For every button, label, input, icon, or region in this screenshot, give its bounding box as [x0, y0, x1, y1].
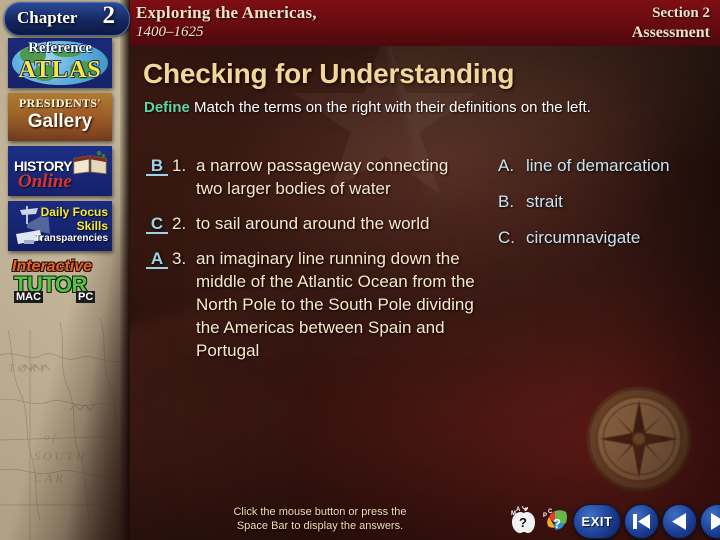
sidebar-gallery-line2: Gallery — [27, 111, 93, 132]
svg-text:A: A — [516, 507, 521, 513]
answer-blank-3[interactable]: A — [146, 247, 168, 269]
chevron-left-icon — [672, 513, 686, 530]
term-item: C. circumnavigate — [498, 226, 713, 249]
match-definition-3: an imaginary line running down the middl… — [196, 249, 475, 360]
sidebar-history-line2: Online — [18, 171, 72, 192]
define-instruction-text: Match the terms on the right with their … — [194, 99, 591, 116]
svg-text:?: ? — [519, 515, 527, 530]
svg-text:CAR: CAR — [34, 471, 66, 485]
svg-text:C: C — [522, 506, 527, 511]
skip-to-start-icon — [633, 514, 650, 529]
define-keyword: Define — [144, 99, 190, 116]
term-word-b: strait — [526, 192, 563, 211]
chapter-badge[interactable]: Chapter 2 — [4, 2, 130, 36]
sidebar-focus-line2: Skills — [76, 219, 108, 233]
next-slide-button[interactable] — [700, 504, 720, 539]
page-title: Checking for Understanding — [143, 58, 515, 89]
match-item: A 3. an imaginary line running down the … — [146, 247, 476, 362]
sidebar-item-reference-atlas[interactable]: Reference ATLAS — [8, 38, 112, 88]
navigation-bar: ? M A C ? P C EXIT — [505, 500, 720, 540]
help-pc-icon[interactable]: ? P C — [541, 506, 569, 534]
sidebar-focus-line3: Transparencies — [34, 233, 108, 244]
sidebar-item-presidents-gallery[interactable]: PRESIDENTS' Gallery — [8, 93, 112, 141]
header-section-sub: Assessment — [631, 24, 710, 41]
sidebar-gallery-line1: PRESIDENTS' — [19, 96, 101, 110]
term-letter-a: A. — [498, 156, 515, 175]
term-word-a: line of demarcation — [526, 156, 670, 175]
sidebar-item-daily-focus[interactable]: Daily Focus Skills Transparencies — [8, 201, 112, 251]
match-item: B 1. a narrow passageway connecting two … — [146, 154, 476, 200]
chevron-right-icon — [711, 513, 720, 530]
answer-blank-2[interactable]: C — [146, 212, 168, 234]
sidebar-atlas-line2: ATLAS — [18, 57, 102, 83]
sidebar-tutor-mac-label: MAC — [14, 291, 44, 303]
svg-text:of: of — [44, 431, 59, 443]
define-instruction-block: Define Match the terms on the right with… — [144, 98, 689, 118]
chapter-label: Chapter — [17, 8, 78, 27]
exit-button[interactable]: EXIT — [573, 504, 621, 539]
exit-button-label: EXIT — [581, 514, 613, 529]
term-letter-c: C. — [498, 228, 515, 247]
match-definition-1: a narrow passageway connecting two large… — [196, 156, 449, 198]
previous-slide-button[interactable] — [662, 504, 697, 539]
sidebar: TORY of SOUTH CAR Reference ATLAS PRESID… — [0, 0, 130, 540]
header-title: Exploring the Americas, — [136, 3, 317, 22]
term-item: B. strait — [498, 190, 713, 213]
chapter-number: 2 — [102, 2, 116, 29]
main-content: Checking for Understanding Define Match … — [130, 46, 720, 540]
instruction-hint: Click the mouse button or press the Spac… — [130, 505, 510, 533]
match-number-2: 2. — [172, 214, 187, 233]
svg-text:SOUTH: SOUTH — [34, 449, 88, 463]
svg-text:?: ? — [553, 516, 561, 531]
header-section: Section 2 — [652, 5, 710, 21]
slide-root: N E S W TORY of SOUTH CAR Reference ATLA… — [0, 0, 720, 540]
sidebar-focus-line1: Daily Focus — [40, 205, 108, 219]
answer-blank-1[interactable]: B — [146, 154, 168, 176]
hint-line-2: Space Bar to display the answers. — [236, 520, 404, 532]
header-subtitle: 1400–1625 — [136, 24, 204, 40]
term-item: A. line of demarcation — [498, 154, 713, 177]
sidebar-item-history-online[interactable]: HISTORY Online — [8, 146, 112, 196]
sidebar-atlas-line1: Reference — [28, 40, 92, 56]
svg-text:P: P — [543, 513, 547, 519]
terms-list: A. line of demarcation B. strait C. circ… — [498, 154, 713, 262]
sidebar-item-interactive-tutor[interactable]: Interactive TUTOR MAC PC — [8, 258, 112, 306]
sidebar-edge — [120, 0, 130, 540]
match-number-3: 3. — [172, 249, 187, 268]
match-definitions-list: B 1. a narrow passageway connecting two … — [146, 154, 476, 374]
hint-line-1: Click the mouse button or press the — [233, 506, 407, 518]
match-number-1: 1. — [172, 156, 187, 175]
term-word-c: circumnavigate — [526, 228, 641, 247]
match-definition-2: to sail around around the world — [196, 214, 430, 233]
svg-text:TORY: TORY — [8, 361, 49, 375]
first-slide-button[interactable] — [624, 504, 659, 539]
term-letter-b: B. — [498, 192, 515, 211]
sidebar-tutor-pc-label: PC — [76, 291, 96, 303]
match-item: C 2. to sail around around the world — [146, 212, 476, 235]
svg-text:C: C — [548, 509, 553, 515]
header-section-group: Section 2 Assessment — [632, 3, 710, 43]
help-mac-icon[interactable]: ? M A C — [507, 506, 535, 534]
header-title-group: Exploring the Americas, 1400–1625 — [136, 3, 317, 42]
open-book-icon — [73, 151, 107, 175]
